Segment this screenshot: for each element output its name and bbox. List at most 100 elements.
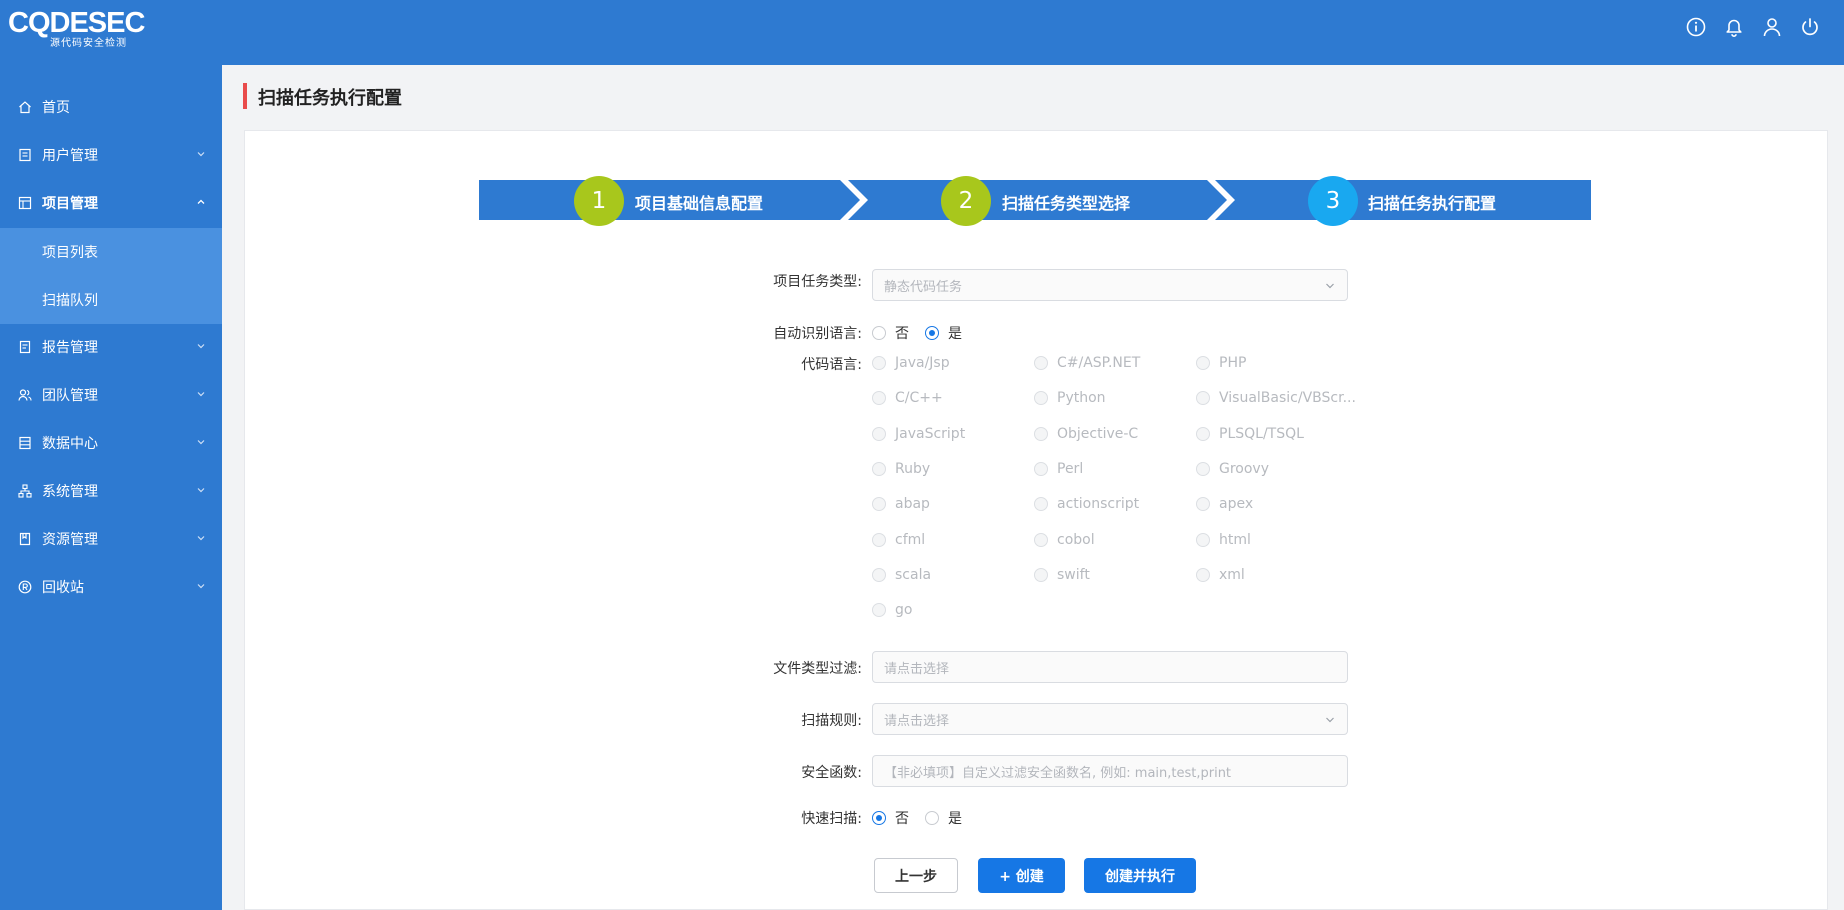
page-header: 扫描任务执行配置: [222, 65, 1844, 130]
auto-lang-yes-radio[interactable]: 是: [925, 323, 962, 343]
radio-label: Perl: [1057, 460, 1084, 477]
sidebar-subitem-label: 扫描队列: [42, 293, 98, 309]
auto-lang-no-radio[interactable]: 否: [872, 323, 909, 343]
radio-dot: [872, 603, 886, 618]
user-icon[interactable]: [1760, 14, 1784, 40]
create-button[interactable]: + 创建: [978, 858, 1065, 893]
bell-icon[interactable]: [1722, 14, 1746, 40]
code-lang-option[interactable]: cfml: [872, 532, 925, 548]
code-lang-option[interactable]: Ruby: [872, 461, 930, 477]
code-lang-option[interactable]: VisualBasic/VBScr...: [1196, 390, 1356, 406]
code-lang-option[interactable]: Objective-C: [1034, 426, 1138, 442]
radio-dot: [1034, 532, 1048, 547]
radio-dot: [872, 567, 886, 582]
sidebar-item-data-center[interactable]: 数据中心: [0, 419, 222, 467]
radio-dot: [872, 326, 886, 340]
code-lang-option[interactable]: Python: [1034, 390, 1106, 406]
sidebar-item-system-management[interactable]: 系统管理: [0, 467, 222, 515]
file-filter-input[interactable]: 请点击选择: [872, 651, 1348, 683]
radio-dot: [872, 426, 886, 441]
radio-dot: [1034, 567, 1048, 582]
step-2-circle: 2: [941, 176, 991, 226]
radio-label: Objective-C: [1057, 425, 1139, 442]
scan-rules-select[interactable]: 请点击选择: [872, 703, 1348, 735]
top-bar: CQDESEC 源代码安全检测: [0, 0, 1844, 65]
radio-label: xml: [1219, 566, 1245, 583]
power-icon[interactable]: [1798, 14, 1822, 40]
code-lang-option[interactable]: scala: [872, 567, 931, 583]
sidebar-item-home[interactable]: 首页: [0, 83, 222, 131]
code-lang-option[interactable]: C#/ASP.NET: [1034, 355, 1140, 371]
code-lang-option[interactable]: PHP: [1196, 355, 1246, 371]
radio-label: scala: [895, 566, 932, 583]
sidebar-item-report-management[interactable]: 报告管理: [0, 323, 222, 371]
sidebar-item-team-management[interactable]: 团队管理: [0, 371, 222, 419]
code-lang-option[interactable]: Groovy: [1196, 461, 1269, 477]
logo-text: CQDESEC: [8, 7, 145, 39]
sidebar-item-label: 资源管理: [42, 532, 98, 548]
quick-scan-yes-radio[interactable]: 是: [925, 808, 962, 828]
sidebar-item-label: 首页: [42, 100, 70, 116]
step-3-label: 扫描任务执行配置: [1368, 194, 1497, 213]
radio-label: Groovy: [1219, 460, 1269, 477]
chevron-down-icon: [197, 584, 205, 589]
radio-dot: [1034, 426, 1048, 441]
prev-step-button[interactable]: 上一步: [874, 858, 958, 893]
code-lang-option[interactable]: swift: [1034, 567, 1090, 583]
radio-dot: [1034, 497, 1048, 512]
radio-dot: [1196, 567, 1210, 582]
radio-label: cfml: [895, 531, 926, 548]
sidebar-item-user-management[interactable]: 用户管理: [0, 131, 222, 179]
create-and-run-button[interactable]: 创建并执行: [1084, 858, 1196, 893]
safe-funcs-placeholder: 【非必填项】自定义过滤安全函数名, 例如: main,test,print: [884, 765, 1232, 781]
code-lang-label: 代码语言:: [801, 357, 862, 373]
sidebar-item-scan-queue[interactable]: 扫描队列: [0, 276, 222, 324]
quick-scan-no-radio[interactable]: 否: [872, 808, 909, 828]
home-icon: [19, 101, 31, 114]
code-lang-option[interactable]: PLSQL/TSQL: [1196, 426, 1304, 442]
radio-label: cobol: [1057, 531, 1095, 548]
step-1-label: 项目基础信息配置: [635, 194, 764, 213]
code-lang-option[interactable]: JavaScript: [872, 426, 965, 442]
sidebar-item-recycle-bin[interactable]: 回收站: [0, 563, 222, 611]
sidebar-item-resource-management[interactable]: 资源管理: [0, 515, 222, 563]
chevron-up-icon: [197, 199, 205, 204]
file-filter-placeholder: 请点击选择: [884, 661, 950, 677]
radio-label: VisualBasic/VBScr...: [1219, 390, 1356, 407]
info-icon[interactable]: [1684, 14, 1708, 40]
code-lang-option[interactable]: xml: [1196, 567, 1245, 583]
sidebar-item-project-list[interactable]: 项目列表: [0, 228, 222, 276]
radio-dot: [872, 461, 886, 476]
radio-dot: [872, 391, 886, 406]
code-lang-option[interactable]: actionscript: [1034, 496, 1139, 512]
safe-funcs-input[interactable]: 【非必填项】自定义过滤安全函数名, 例如: main,test,print: [872, 755, 1348, 787]
chevron-down-icon: [1326, 717, 1334, 723]
chevron-down-icon: [197, 392, 205, 397]
sidebar: 首页 用户管理 项目管理 项目列表 扫描队列 报告管理 团队管理 数据中心 系统…: [0, 65, 222, 910]
auto-lang-label: 自动识别语言:: [773, 326, 862, 342]
chevron-down-icon: [1326, 283, 1334, 289]
code-lang-option[interactable]: C/C++: [872, 390, 943, 406]
code-lang-option[interactable]: html: [1196, 532, 1251, 548]
radio-label: PLSQL/TSQL: [1219, 425, 1304, 442]
sidebar-item-label: 回收站: [42, 580, 84, 596]
radio-label: apex: [1219, 496, 1254, 513]
app-logo[interactable]: CQDESEC 源代码安全检测: [8, 7, 145, 49]
step-1-circle: 1: [574, 176, 624, 226]
code-lang-option[interactable]: cobol: [1034, 532, 1095, 548]
project-icon: [18, 196, 32, 210]
radio-dot: [1196, 532, 1210, 547]
radio-label: swift: [1057, 566, 1090, 583]
sidebar-item-label: 项目管理: [42, 196, 98, 212]
radio-label: Java/Jsp: [895, 355, 950, 371]
scan-rules-placeholder: 请点击选择: [884, 713, 950, 729]
task-type-select[interactable]: 静态代码任务: [872, 269, 1348, 301]
code-lang-option[interactable]: abap: [872, 496, 930, 512]
sidebar-item-project-management[interactable]: 项目管理: [0, 179, 222, 227]
code-lang-option[interactable]: Java/Jsp: [872, 355, 950, 371]
code-lang-option[interactable]: Perl: [1034, 461, 1083, 477]
code-lang-option[interactable]: go: [872, 602, 912, 618]
code-lang-option[interactable]: apex: [1196, 496, 1253, 512]
radio-dot: [1196, 497, 1210, 512]
user-manage-icon: [19, 148, 31, 162]
